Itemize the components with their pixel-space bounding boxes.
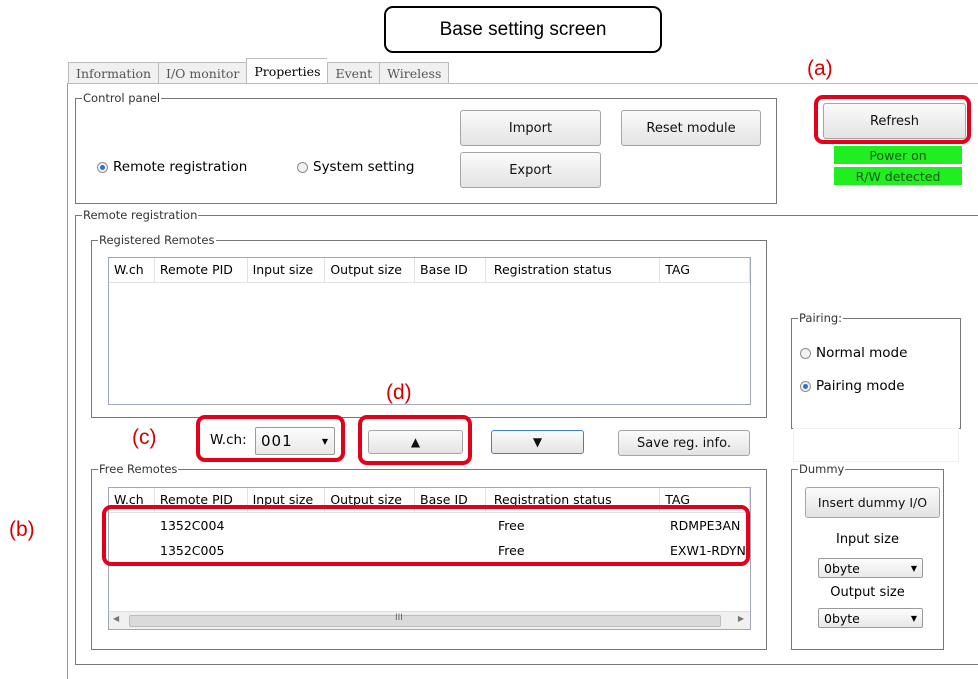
column-header[interactable]: Output size [325,258,416,282]
save-reg-info-button[interactable]: Save reg. info. [618,430,750,456]
tab-information[interactable]: Information [68,62,159,84]
move-down-button[interactable]: ▼ [491,430,584,454]
annotation-box-d [358,415,472,465]
chevron-down-icon: ▼ [910,613,917,623]
horizontal-scrollbar[interactable]: ◀ III ▶ [109,611,750,629]
pairing-title: Pairing: [798,311,844,325]
scroll-thumb[interactable]: III [129,613,721,627]
radio-pairing-mode[interactable]: Pairing mode [800,378,905,394]
column-header[interactable]: Input size [248,258,326,282]
tab-io-monitor[interactable]: I/O monitor [158,62,247,84]
annotation-box-b [102,505,750,566]
annotation-b: (b) [9,518,35,541]
radio-normal-mode[interactable]: Normal mode [800,345,907,361]
annotation-a: (a) [807,57,833,80]
column-header[interactable]: Remote PID [155,258,248,282]
import-button[interactable]: Import [460,110,601,146]
annotation-box-c [196,415,345,462]
dummy-title: Dummy [798,462,846,476]
callout-title-text: Base setting screen [439,18,607,40]
scroll-left-icon[interactable]: ◀ [113,614,119,623]
callout-title: Base setting screen [384,6,662,53]
radio-unselected-icon [297,161,308,173]
scroll-right-icon[interactable]: ▶ [738,614,744,623]
output-size-value: 0byte [824,610,860,626]
blank-panel [793,428,959,462]
radio-normal-mode-label: Normal mode [816,345,908,361]
input-size-select[interactable]: 0byte ▼ [818,558,923,578]
tab-properties[interactable]: Properties [246,58,328,84]
insert-dummy-io-button[interactable]: Insert dummy I/O [805,487,940,518]
radio-unselected-icon [800,347,811,359]
column-header[interactable]: TAG [660,258,750,282]
registered-list-header: W.ch Remote PID Input size Output size B… [109,258,750,283]
radio-remote-registration[interactable]: Remote registration [97,159,247,175]
output-size-select[interactable]: 0byte ▼ [818,608,923,628]
column-header[interactable]: Base ID [415,258,486,282]
rw-status-badge: R/W detected [834,167,962,185]
reset-module-button[interactable]: Reset module [621,110,761,146]
control-panel-title: Control panel [82,91,162,105]
radio-system-setting[interactable]: System setting [297,159,414,175]
scroll-grip: III [395,613,403,623]
annotation-d: (d) [386,381,412,404]
tab-event[interactable]: Event [327,62,380,84]
annotation-box-a [814,95,971,144]
chevron-down-icon: ▼ [910,563,917,573]
registered-remotes-title: Registered Remotes [98,233,216,247]
radio-remote-registration-label: Remote registration [113,159,248,175]
pairing-group: Pairing: [791,311,961,429]
power-status-badge: Power on [834,146,962,164]
remote-registration-title: Remote registration [82,208,199,222]
column-header[interactable]: W.ch [109,258,155,282]
radio-selected-icon [800,380,811,392]
input-size-label: Input size [835,532,899,547]
input-size-value: 0byte [824,560,860,576]
registered-remotes-list[interactable]: W.ch Remote PID Input size Output size B… [108,257,751,405]
radio-selected-icon [97,161,108,173]
output-size-label: Output size [830,585,905,600]
radio-pairing-mode-label: Pairing mode [816,378,905,394]
radio-system-setting-label: System setting [313,159,415,175]
export-button[interactable]: Export [460,152,601,188]
tab-strip: Information I/O monitor Properties Event… [68,58,450,84]
tab-wireless[interactable]: Wireless [379,62,450,84]
column-header[interactable]: Registration status [486,258,661,282]
annotation-c: (c) [132,426,157,449]
free-remotes-title: Free Remotes [98,462,179,476]
